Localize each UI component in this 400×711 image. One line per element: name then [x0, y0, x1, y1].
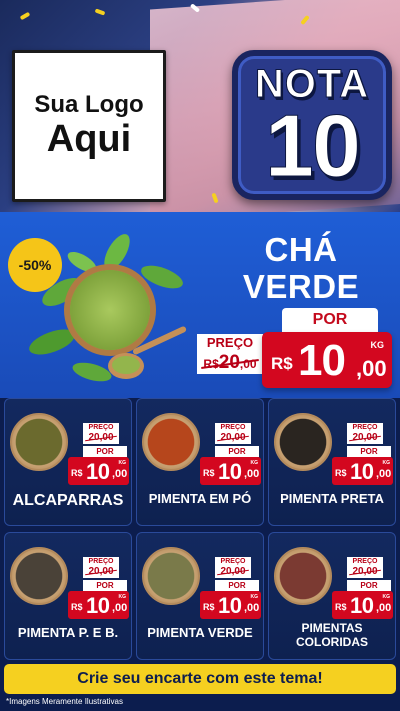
old-price: 20,00	[83, 432, 119, 444]
old-price: 20,00	[83, 566, 119, 578]
por-label: POR	[282, 308, 378, 332]
price-unit: KG	[118, 460, 127, 466]
product-name: PIMENTA P. E B.	[17, 625, 119, 640]
create-flyer-button[interactable]: Crie seu encarte com este tema!	[4, 664, 396, 694]
product-grid: PREÇO 20,00 POR R$ 10 ,00 KG ALCAPARRAS …	[0, 398, 400, 664]
green-pepper-bowl-icon	[142, 547, 200, 605]
price-currency: R$	[71, 468, 83, 478]
preco-label: PREÇO	[347, 557, 383, 566]
price-unit: KG	[382, 460, 391, 466]
product-name: ALCAPARRAS	[12, 492, 124, 509]
preco-label: PREÇO	[347, 423, 383, 432]
price-tag: R$ 10 ,00 KG	[200, 457, 261, 485]
featured-product[interactable]: -50% CHÁ VERDE POR PREÇO R$20,00 R$ 10 ,…	[0, 212, 400, 398]
badge-number: 10	[265, 96, 362, 195]
product-name: PIMENTA EM PÓ	[148, 491, 252, 506]
mixed-pepper-bowl-icon	[10, 547, 68, 605]
price-integer: 10	[86, 593, 110, 618]
preco-label: PREÇO	[215, 557, 251, 566]
por-label: POR	[83, 580, 127, 591]
price-integer: 10	[350, 459, 374, 484]
product-name: PIMENTA PRETA	[280, 491, 384, 506]
product-card[interactable]: PREÇO 20,00 POR R$ 10 ,00 KG PIMENTAS CO…	[268, 532, 396, 660]
preco-label: PREÇO	[83, 557, 119, 566]
price-currency: R$	[71, 602, 83, 612]
price-currency: R$	[203, 468, 215, 478]
price-currency: R$	[271, 354, 293, 373]
price-unit: KG	[250, 460, 259, 466]
price-unit: KG	[118, 594, 127, 600]
product-card[interactable]: PREÇO 20,00 POR R$ 10 ,00 KG PIMENTA EM …	[136, 398, 264, 526]
black-pepper-bowl-icon	[274, 413, 332, 471]
price-integer: 10	[218, 593, 242, 618]
confetti-decoration	[19, 11, 31, 21]
price-cents: ,00	[112, 468, 128, 480]
header-banner: Sua Logo Aqui NOTA 10	[0, 0, 400, 212]
old-price: 20,00	[215, 566, 251, 578]
featured-product-name: CHÁ VERDE	[206, 231, 396, 306]
price-integer: 10	[86, 459, 110, 484]
por-label: POR	[215, 580, 259, 591]
product-card[interactable]: PREÇO 20,00 POR R$ 10 ,00 KG PIMENTA P. …	[4, 532, 132, 660]
preco-label: PREÇO	[197, 334, 263, 352]
price-tag: R$ 10 ,00 KG	[332, 457, 393, 485]
price-integer: 10	[298, 336, 346, 385]
price-unit: KG	[370, 340, 385, 350]
old-price: 20,00	[347, 432, 383, 444]
price-tag: R$ 10 ,00 KG	[200, 591, 261, 619]
price-cents: ,00	[244, 602, 260, 614]
price-tag: R$ 10 ,00 KG	[68, 591, 129, 619]
preco-label: PREÇO	[83, 423, 119, 432]
price-currency: R$	[335, 468, 347, 478]
price-tag: R$ 10 ,00 KG	[68, 457, 129, 485]
product-name-line1: CHÁ	[264, 231, 338, 268]
price-cents: ,00	[244, 468, 260, 480]
discount-badge: -50%	[8, 238, 62, 292]
price-cents: ,00	[112, 602, 128, 614]
product-name: PIMENTAS COLORIDAS	[296, 621, 368, 650]
price-cents: ,00	[356, 356, 387, 381]
price-integer: 10	[218, 459, 242, 484]
price-unit: KG	[250, 594, 259, 600]
old-price: 20,00	[215, 432, 251, 444]
logo-text-line2: Aqui	[46, 117, 132, 160]
por-label: POR	[347, 446, 391, 457]
price-cents: ,00	[376, 468, 392, 480]
product-name: PIMENTA VERDE	[147, 625, 253, 640]
preco-label: PREÇO	[215, 423, 251, 432]
price-cents: ,00	[376, 602, 392, 614]
product-card[interactable]: PREÇO 20,00 POR R$ 10 ,00 KG PIMENTA VER…	[136, 532, 264, 660]
nota-10-badge: NOTA 10	[232, 50, 392, 200]
product-card[interactable]: PREÇO 20,00 POR R$ 10 ,00 KG ALCAPARRAS	[4, 398, 132, 526]
logo-placeholder[interactable]: Sua Logo Aqui	[12, 50, 166, 202]
confetti-decoration	[94, 8, 106, 16]
por-label: POR	[347, 580, 391, 591]
price-currency: R$	[335, 602, 347, 612]
disclaimer-text: *Imagens Meramente Ilustrativas	[6, 697, 123, 706]
price-tag: R$ 10 ,00 KG	[262, 332, 392, 388]
price-tag: R$ 10 ,00 KG	[332, 591, 393, 619]
product-name-line2: VERDE	[242, 267, 360, 305]
por-label: POR	[215, 446, 259, 457]
logo-text-line1: Sua Logo	[34, 91, 144, 119]
price-integer: 10	[350, 593, 374, 618]
paprika-bowl-icon	[142, 413, 200, 471]
colored-pepper-bowl-icon	[274, 547, 332, 605]
price-unit: KG	[382, 594, 391, 600]
old-price: R$20,00	[197, 352, 263, 374]
price-currency: R$	[203, 602, 215, 612]
old-price: 20,00	[347, 566, 383, 578]
product-card[interactable]: PREÇO 20,00 POR R$ 10 ,00 KG PIMENTA PRE…	[268, 398, 396, 526]
por-label: POR	[83, 446, 127, 457]
capers-bowl-icon	[10, 413, 68, 471]
